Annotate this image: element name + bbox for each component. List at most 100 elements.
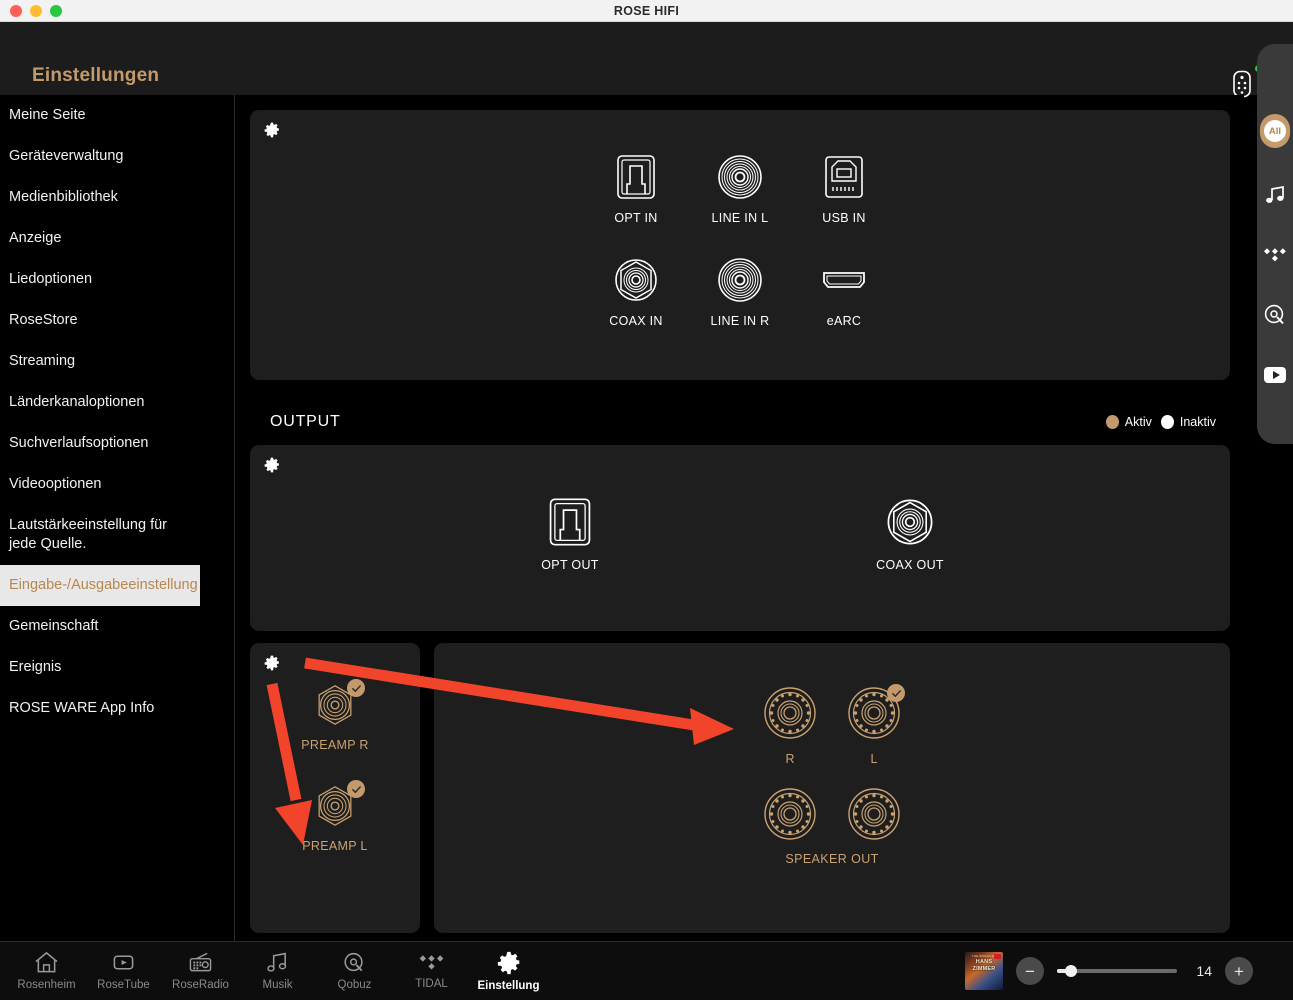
- sidebar-item-videooptionen[interactable]: Videooptionen: [0, 464, 234, 505]
- sidebar-item-liedoptionen[interactable]: Liedoptionen: [0, 259, 234, 300]
- page-title: Einstellungen: [32, 65, 160, 86]
- nav-label: TIDAL: [415, 978, 448, 990]
- sidebar-item-geraeteverwaltung[interactable]: Geräteverwaltung: [0, 136, 234, 177]
- album-art-subtitle: ZIMMER: [972, 966, 996, 972]
- output-jack-opt-out[interactable]: OPT OUT: [518, 495, 622, 572]
- speaker-post-r[interactable]: R: [762, 685, 818, 766]
- remote-control-button[interactable]: [1231, 65, 1262, 98]
- album-art-label-badge: [994, 954, 1001, 959]
- speaker-post-bottom-right[interactable]: [846, 786, 902, 842]
- bottom-nav-items[interactable]: Rosenheim RoseTube RoseRadio Musik Qobuz…: [8, 951, 547, 992]
- input-jack-label: eARC: [826, 314, 862, 328]
- nav-item-tidal[interactable]: TIDAL: [393, 952, 470, 990]
- input-jack-line-in-r[interactable]: LINE IN R: [688, 255, 792, 328]
- tidal-icon: [1264, 248, 1286, 262]
- sidebar-item-gemeinschaft[interactable]: Gemeinschaft: [0, 606, 234, 647]
- sidebar-item-lautstaerkeeinstellung[interactable]: Lautstärkeeinstellung für jede Quelle.: [0, 505, 170, 565]
- legend-inactive-dot: [1160, 415, 1174, 429]
- nav-item-rosetube[interactable]: RoseTube: [85, 951, 162, 991]
- rail-item-all[interactable]: All: [1260, 114, 1290, 148]
- input-jack-label: LINE IN L: [711, 211, 769, 225]
- volume-up-button[interactable]: +: [1225, 957, 1253, 985]
- input-jack-earc[interactable]: eARC: [792, 255, 896, 328]
- check-icon: [351, 684, 361, 692]
- qobuz-icon: [344, 952, 363, 972]
- album-art-thumbnail[interactable]: THE WORLD OF HANS ZIMMER: [965, 952, 1003, 990]
- input-jack-usb-in[interactable]: USB IN: [792, 152, 896, 225]
- sidebar-item-suchverlaufsoptionen[interactable]: Suchverlaufsoptionen: [0, 423, 234, 464]
- sidebar-item-laenderkanaloptionen[interactable]: Länderkanaloptionen: [0, 382, 234, 423]
- volume-slider[interactable]: [1057, 965, 1177, 977]
- input-jack-label: COAX IN: [609, 314, 663, 328]
- input-jack-coax-in[interactable]: COAX IN: [584, 255, 688, 328]
- gear-icon: [264, 457, 279, 473]
- sidebar-item-streaming[interactable]: Streaming: [0, 341, 234, 382]
- speaker-r-icon-wrap: [762, 685, 818, 746]
- preamp-card-gear-button[interactable]: [264, 655, 280, 671]
- nav-item-qobuz[interactable]: Qobuz: [316, 951, 393, 991]
- optical-toslink-icon: [549, 498, 591, 546]
- settings-sidebar[interactable]: Meine Seite Geräteverwaltung Medienbibli…: [0, 95, 235, 941]
- input-jack-line-in-l[interactable]: LINE IN L: [688, 152, 792, 225]
- rail-item-youtube[interactable]: [1262, 362, 1288, 388]
- input-card-gear-button[interactable]: [264, 122, 280, 138]
- binding-post-icon: [764, 788, 816, 840]
- sidebar-item-anzeige[interactable]: Anzeige: [0, 218, 234, 259]
- input-jack-opt-in[interactable]: OPT IN: [584, 152, 688, 225]
- youtube-icon: [1264, 367, 1286, 383]
- output-jack-label: OPT OUT: [541, 558, 599, 572]
- source-rail[interactable]: All: [1257, 44, 1293, 444]
- nav-label: RoseRadio: [172, 979, 229, 991]
- legend-inactive-label: Inaktiv: [1179, 415, 1216, 429]
- preamp-jack-label: PREAMP R: [301, 738, 369, 752]
- bottom-navigation[interactable]: Rosenheim RoseTube RoseRadio Musik Qobuz…: [0, 941, 1293, 1000]
- rca-line-icon: [718, 155, 762, 199]
- preamp-jack-l[interactable]: PREAMP L: [283, 780, 387, 853]
- rail-item-tidal[interactable]: [1262, 242, 1288, 268]
- legend-active: Aktiv: [1105, 415, 1152, 429]
- nav-label: RoseTube: [97, 979, 150, 991]
- app-window: ROSE HIFI Einstellungen Meine Seite Gerä…: [0, 0, 1293, 1000]
- output-section-header: OUTPUT Aktiv Inaktiv: [250, 395, 1230, 451]
- sidebar-item-meine-seite[interactable]: Meine Seite: [0, 95, 234, 136]
- usb-b-icon: [825, 156, 863, 198]
- window-titlebar: ROSE HIFI: [0, 0, 1293, 22]
- volume-slider-knob[interactable]: [1065, 965, 1077, 977]
- nav-item-rosenheim[interactable]: Rosenheim: [8, 951, 85, 991]
- rail-item-music[interactable]: [1262, 182, 1288, 208]
- page-header: Einstellungen: [0, 22, 1293, 98]
- speaker-post-label: R: [785, 752, 795, 766]
- rca-line-icon: [718, 258, 762, 302]
- sidebar-item-rose-ware-app-info[interactable]: ROSE WARE App Info: [0, 688, 234, 729]
- preamp-jack-r[interactable]: PREAMP R: [283, 679, 387, 752]
- nav-item-musik[interactable]: Musik: [239, 951, 316, 991]
- speaker-row-top: R L: [762, 684, 905, 766]
- speaker-post-l[interactable]: L: [846, 684, 905, 766]
- speaker-l-active-badge: [887, 684, 905, 702]
- gear-icon: [264, 655, 279, 671]
- nav-item-roseradio[interactable]: RoseRadio: [162, 951, 239, 991]
- rail-item-qobuz[interactable]: [1262, 302, 1288, 328]
- output-jack-label: COAX OUT: [876, 558, 944, 572]
- music-note-icon: [267, 952, 287, 972]
- settings-content: OPT IN LINE IN L USB IN COAX IN LINE IN …: [236, 95, 1244, 941]
- sidebar-item-eingabe-ausgabeeinstellung[interactable]: Eingabe-/Ausgabeeinstellung: [0, 565, 200, 606]
- sidebar-item-ereignis[interactable]: Ereignis: [0, 647, 234, 688]
- remote-control-icon: [1233, 70, 1251, 98]
- sidebar-item-rosestore[interactable]: RoseStore: [0, 300, 234, 341]
- nav-label: Rosenheim: [17, 979, 76, 991]
- legend-active-dot: [1105, 415, 1119, 429]
- home-icon: [35, 951, 58, 973]
- digital-output-row: OPT OUT COAX OUT: [250, 495, 1230, 572]
- output-jack-coax-out[interactable]: COAX OUT: [858, 495, 962, 572]
- digital-card-gear-button[interactable]: [264, 457, 280, 473]
- speaker-out-caption: SPEAKER OUT: [785, 852, 879, 866]
- output-title: OUTPUT: [270, 413, 341, 430]
- sidebar-item-medienbibliothek[interactable]: Medienbibliothek: [0, 177, 234, 218]
- preamp-l-active-badge: [347, 780, 365, 798]
- nav-item-einstellung[interactable]: Einstellung: [470, 951, 547, 992]
- legend-active-label: Aktiv: [1124, 415, 1152, 429]
- speaker-post-bottom-left[interactable]: [762, 786, 818, 842]
- volume-down-button[interactable]: −: [1016, 957, 1044, 985]
- optical-toslink-icon: [617, 155, 655, 199]
